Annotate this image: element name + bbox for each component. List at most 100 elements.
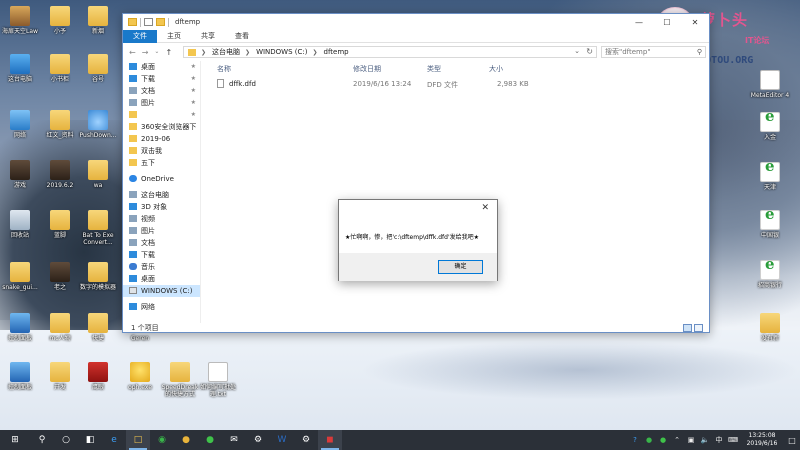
nav-item-desktop-quick[interactable]: 桌面 ★ — [123, 61, 200, 73]
back-arrow-icon[interactable]: ← — [129, 48, 136, 57]
tray-app-icon[interactable]: ● — [642, 430, 656, 450]
desktop-icon-haiyan[interactable]: 海扉天空Law — [0, 6, 40, 35]
desktop-icon-battodo[interactable]: Bat To Exe Convert... — [78, 210, 118, 246]
desktop-icon-this-pc[interactable]: 这台电脑 — [0, 54, 40, 83]
close-icon[interactable]: ✕ — [481, 203, 489, 213]
nav-item-pictures[interactable]: 图片 — [123, 225, 200, 237]
nav-item-downloads[interactable]: 下载 — [123, 249, 200, 261]
maximize-button[interactable]: ☐ — [653, 14, 681, 30]
task-view-icon[interactable]: ◧ — [78, 430, 102, 450]
nav-item-2019-06[interactable]: 2019-06 — [123, 133, 200, 145]
settings-icon[interactable]: ⚙ — [294, 430, 318, 450]
close-button[interactable]: ✕ — [681, 14, 709, 30]
desktop-icon-baoku[interactable]: 谷号 — [78, 54, 118, 83]
nav-item-onedrive[interactable]: OneDrive — [123, 173, 200, 185]
tab-home[interactable]: 主页 — [157, 30, 191, 43]
nav-item-3d-objects[interactable]: 3D 对象 — [123, 201, 200, 213]
help-icon[interactable]: ? — [628, 430, 642, 450]
desktop-icon-snake[interactable]: snake_gui... — [0, 262, 40, 291]
refresh-icon[interactable]: ↻ — [586, 47, 593, 56]
new-folder-icon[interactable] — [156, 18, 165, 26]
tab-share[interactable]: 共享 — [191, 30, 225, 43]
desktop-icon-xiaoshu[interactable]: 小书柜 — [40, 54, 80, 83]
minimize-button[interactable]: — — [625, 14, 653, 30]
wechat-tray-icon[interactable]: ● — [656, 430, 670, 450]
word-icon[interactable]: W — [270, 430, 294, 450]
desktop-icon-pushdown[interactable]: PushDown... — [78, 110, 118, 139]
breadcrumb-dftemp[interactable]: dftemp — [324, 48, 349, 56]
nav-item-documents-quick[interactable]: 文档 ★ — [123, 85, 200, 97]
file-explorer-icon[interactable]: □ — [126, 430, 150, 450]
running-app-icon[interactable]: ◼ — [318, 430, 342, 450]
address-bar[interactable]: ❯ 这台电脑 ❯ WINDOWS (C:) ❯ dftemp ⌄ ↻ — [183, 46, 597, 58]
title-bar[interactable]: dftemp — ☐ ✕ — [123, 14, 709, 30]
desktop-icon-red-app[interactable]: 鹰眼 — [78, 362, 118, 391]
nav-item-wuxia[interactable]: 五下 — [123, 157, 200, 169]
ok-button[interactable]: 确定 — [438, 260, 483, 274]
breadcrumb-drive-c[interactable]: WINDOWS (C:) — [256, 48, 307, 56]
breadcrumb-this-pc[interactable]: 这台电脑 — [212, 47, 240, 57]
ime-indicator[interactable]: 中 — [712, 430, 726, 450]
recent-locations-icon[interactable]: ⌄ — [154, 48, 159, 57]
search-input[interactable]: 搜索"dftemp" ⚲ — [601, 46, 706, 58]
desktop-icon-xiaoyu[interactable]: 小予 — [40, 6, 80, 35]
large-icons-view-icon[interactable] — [694, 324, 703, 332]
network-icon[interactable]: ▣ — [684, 430, 698, 450]
notification-icon[interactable]: □ — [784, 436, 800, 445]
nav-item-network[interactable]: 网络 — [123, 301, 200, 313]
desktop-icon-txt[interactable]: 如何编写批处理.txt — [198, 362, 238, 398]
volume-icon[interactable]: 🔈 — [698, 430, 712, 450]
desktop-icon-chuanwen[interactable]: 红文_资料 — [40, 110, 80, 139]
nav-item-documents[interactable]: 文档 — [123, 237, 200, 249]
details-view-icon[interactable] — [683, 324, 692, 332]
desktop-icon-speeddreak[interactable]: SpeedDreak 的快捷方式 — [160, 362, 200, 398]
nav-item-unnamed-folder[interactable]: ★ — [123, 109, 200, 121]
nav-item-downloads-quick[interactable]: 下载 ★ — [123, 73, 200, 85]
desktop-icon-yongyi[interactable]: 开发 — [40, 362, 80, 391]
chevron-right-icon[interactable]: ❯ — [245, 49, 250, 56]
browser-360-icon[interactable]: ◉ — [150, 430, 174, 450]
desktop-icon-mc[interactable]: mc人物 — [40, 313, 80, 342]
nav-item-360-folder[interactable]: 360安全浏览器下 — [123, 121, 200, 133]
chevron-right-icon[interactable]: ❯ — [312, 49, 317, 56]
clock[interactable]: 13:25:08 2019/6/16 — [740, 432, 784, 448]
desktop-icon-zhuanhuan[interactable]: 老之 — [40, 262, 80, 291]
nav-item-pictures-quick[interactable]: 图片 ★ — [123, 97, 200, 109]
tab-view[interactable]: 查看 — [225, 30, 259, 43]
desktop-icon-ie-1[interactable]: 入金 — [750, 112, 790, 141]
column-type[interactable]: 类型 — [427, 64, 441, 74]
nav-item-videos[interactable]: 视频 — [123, 213, 200, 225]
desktop-icon-game2[interactable]: 2019.6.2 — [40, 160, 80, 189]
desktop-icon-oph[interactable]: oph.exe — [120, 362, 160, 391]
nav-item-music[interactable]: 音乐 — [123, 261, 200, 273]
keyboard-icon[interactable]: ⌨ — [726, 430, 740, 450]
nav-item-desktop[interactable]: 桌面 — [123, 273, 200, 285]
desktop-icon-recycle-bin[interactable]: 回收站 — [0, 210, 40, 239]
nav-item-shuangji[interactable]: 双击我 — [123, 145, 200, 157]
desktop-icon-ie-4[interactable]: 招商银行 — [750, 260, 790, 289]
tab-file[interactable]: 文件 — [123, 30, 157, 43]
file-row[interactable]: dffk.dfd 2019/6/16 13:24 DFD 文件 2,983 KB — [213, 79, 633, 91]
desktop-icon-network[interactable]: 网络 — [0, 110, 40, 139]
chevron-down-icon[interactable]: ⌄ — [574, 47, 580, 55]
desktop-icon-kuaijie[interactable]: 快捷 — [78, 313, 118, 342]
cortana-icon[interactable]: ○ — [54, 430, 78, 450]
nav-item-this-pc[interactable]: 这台电脑 — [123, 189, 200, 201]
up-arrow-icon[interactable]: ↑ — [165, 48, 172, 57]
wechat-icon[interactable]: ● — [198, 430, 222, 450]
nav-item-drive-c[interactable]: WINDOWS (C:) — [123, 285, 200, 297]
mail-icon[interactable]: ✉ — [222, 430, 246, 450]
desktop-icon-yundian[interactable]: 没有新 — [750, 313, 790, 342]
desktop-icon-shuzi[interactable]: 数字的模拟器 — [78, 262, 118, 291]
chevron-up-icon[interactable]: ⌃ — [670, 430, 684, 450]
desktop-icon-game1[interactable]: 游戏 — [0, 160, 40, 189]
edge-icon[interactable]: e — [102, 430, 126, 450]
column-name[interactable]: 名称 — [217, 64, 231, 74]
desktop-icon-metaeditor[interactable]: MetaEditor 4 — [750, 70, 790, 99]
start-button[interactable]: ⊞ — [0, 430, 30, 450]
desktop-icon-control-panel-2[interactable]: 控制面板 — [0, 362, 40, 391]
column-size[interactable]: 大小 — [489, 64, 503, 74]
chrome-icon[interactable]: ● — [174, 430, 198, 450]
desktop-icon-chuangxin[interactable]: 新烟 — [78, 6, 118, 35]
search-icon[interactable]: ⚲ — [30, 430, 54, 450]
